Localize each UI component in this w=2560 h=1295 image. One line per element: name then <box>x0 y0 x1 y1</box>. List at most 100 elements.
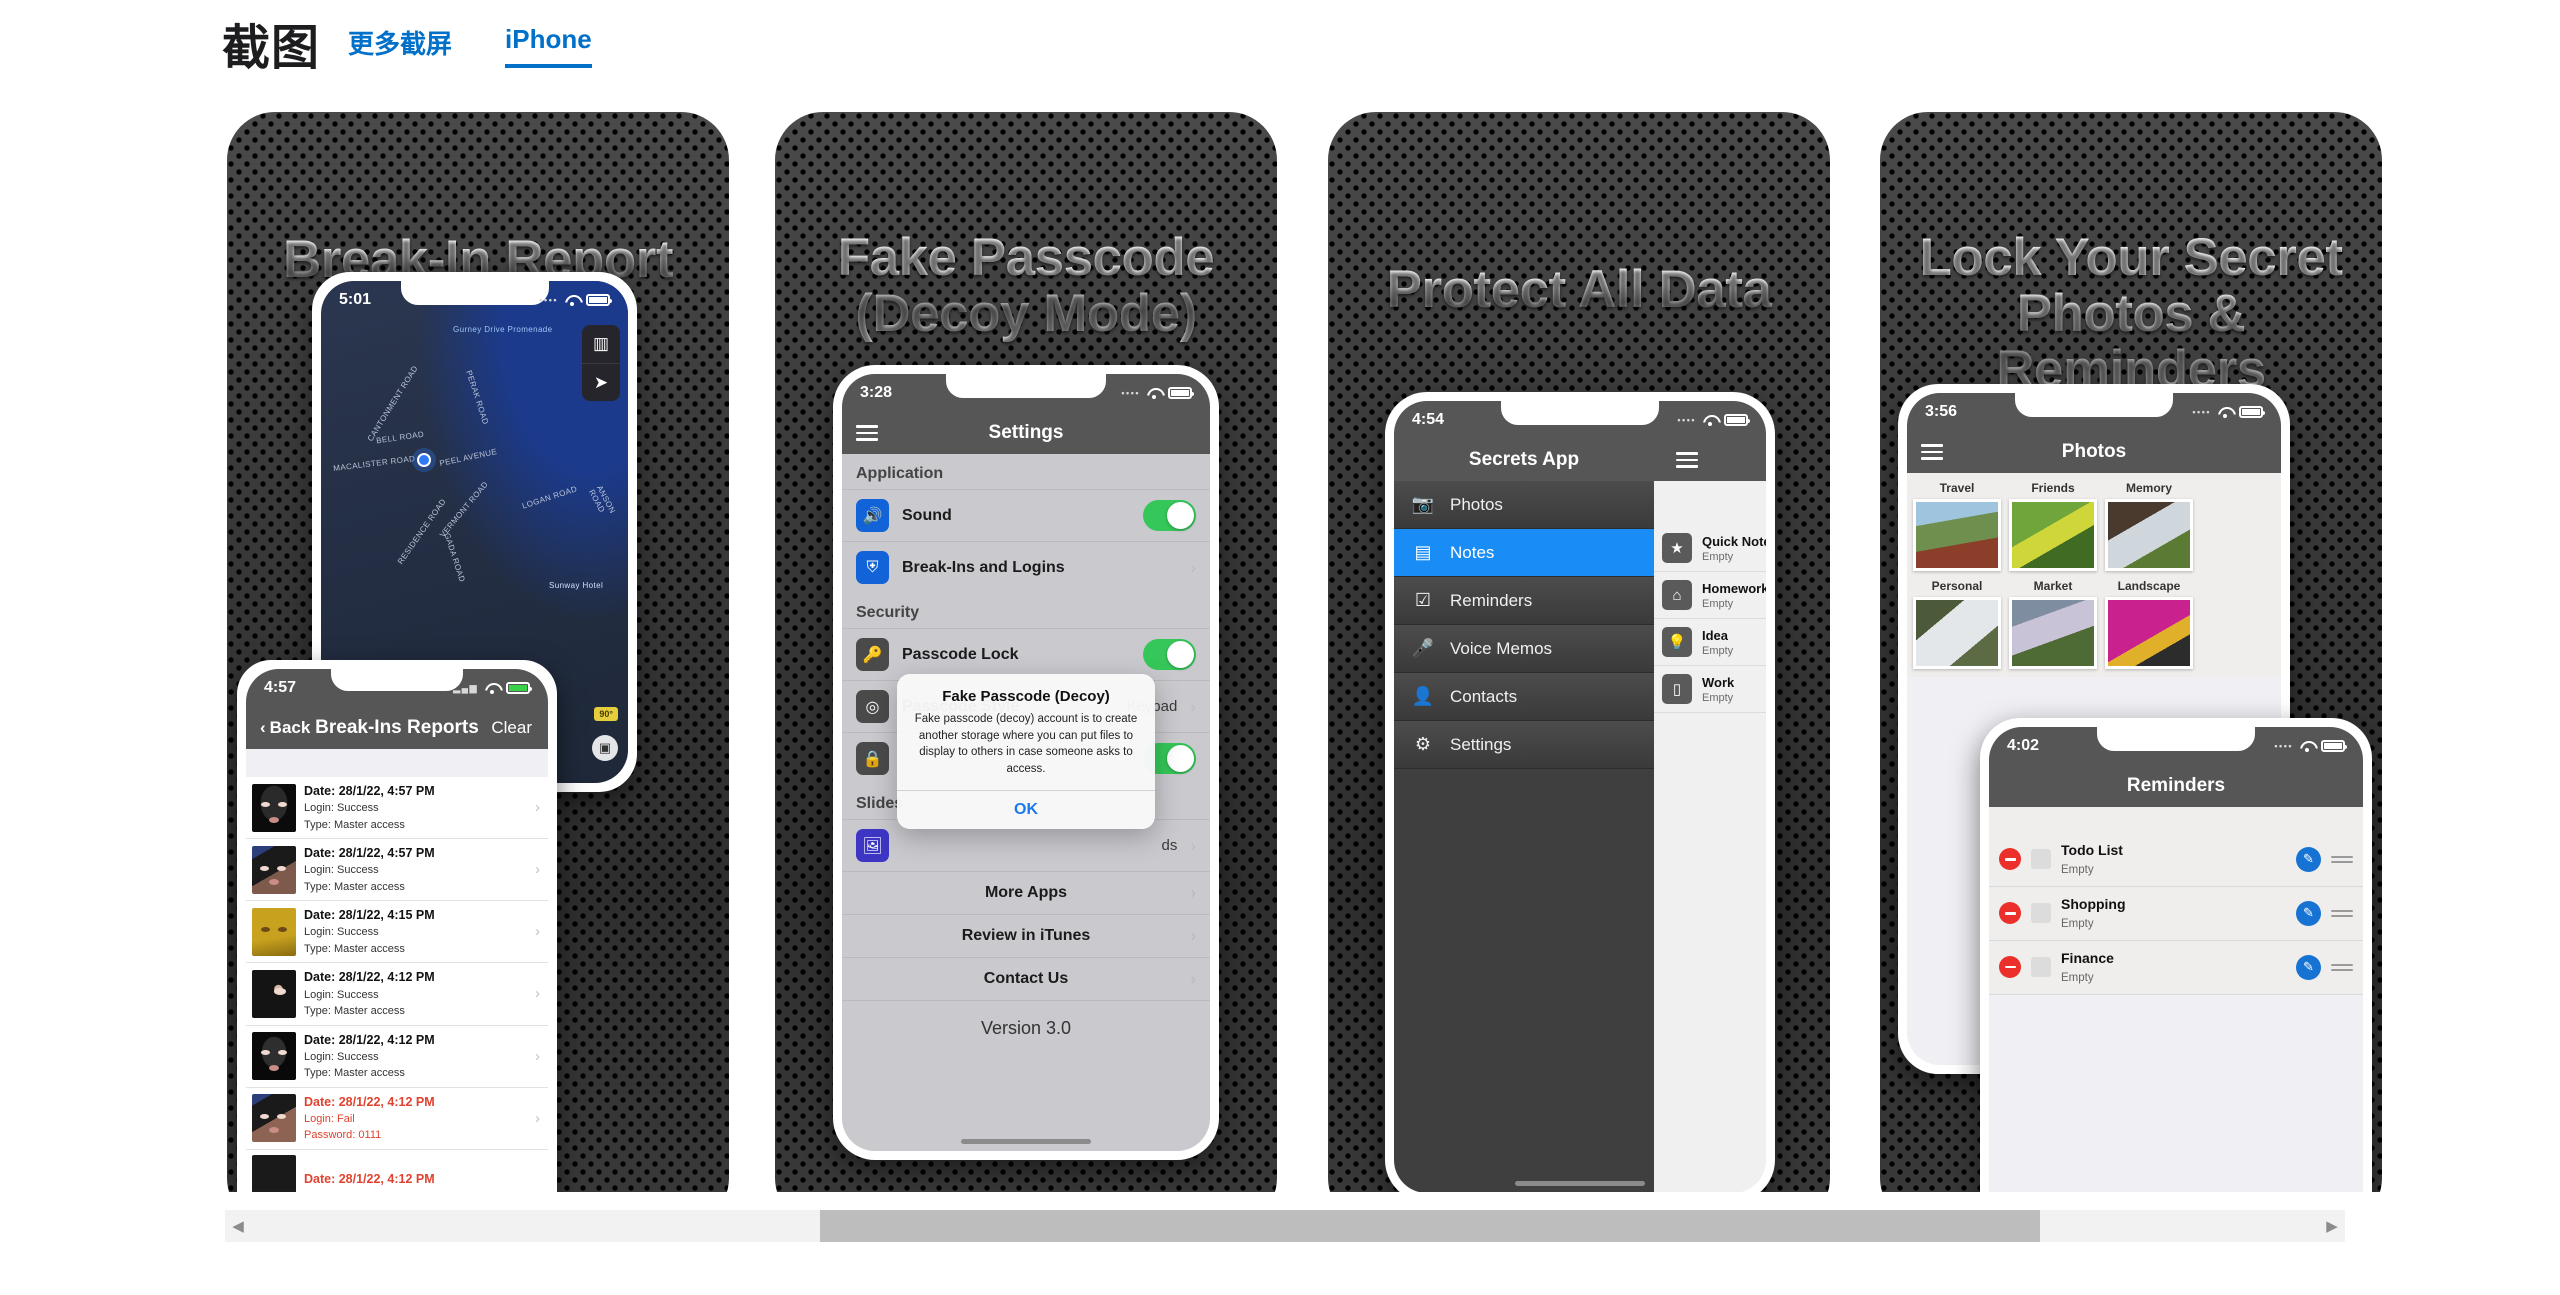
intruder-photo <box>252 1094 296 1143</box>
drag-handle-icon[interactable] <box>2331 853 2353 866</box>
edit-icon[interactable]: ✎ <box>2296 954 2321 980</box>
scrollbar-track[interactable] <box>251 1210 2319 1242</box>
list-spacer <box>1989 807 2363 833</box>
list-item[interactable]: ▯ Work Empty <box>1654 666 1766 713</box>
settings-row-sound[interactable]: 🔊 Sound <box>842 489 1210 541</box>
phone-mock-breakins: 4:57 ▂▄▆ ‹ Back Break-Ins Reports Clear <box>237 660 557 1192</box>
screenshot-panel-fake-passcode[interactable]: Fake Passcode (Decoy Mode) 3:28 •••• Set… <box>775 112 1277 1192</box>
sidebar-item-photos[interactable]: 📷 Photos <box>1394 481 1654 529</box>
sidebar-item-settings[interactable]: ⚙ Settings <box>1394 721 1654 769</box>
table-row[interactable]: Date: 28/1/22, 4:57 PM Login: Success Ty… <box>246 839 548 902</box>
album-item[interactable]: Market <box>2009 579 2097 669</box>
screenshot-panel-lock-photos-reminders[interactable]: Lock Your Secret Photos & Reminders 3:56… <box>1880 112 2382 1192</box>
album-item[interactable]: Personal <box>1913 579 2001 669</box>
delete-icon[interactable] <box>1999 902 2021 925</box>
alert-ok-button[interactable]: OK <box>897 789 1155 829</box>
scroll-left-arrow-icon[interactable]: ◀ <box>225 1210 251 1242</box>
menu-icon[interactable] <box>856 421 878 445</box>
album-thumbnail <box>2105 499 2193 571</box>
clear-button[interactable]: Clear <box>491 718 532 738</box>
panel-title: Fake Passcode (Decoy Mode) <box>775 229 1277 342</box>
delete-icon[interactable] <box>1999 956 2021 979</box>
settings-row-passcode-lock[interactable]: 🔑 Passcode Lock <box>842 628 1210 680</box>
tab-iphone[interactable]: iPhone <box>505 24 592 68</box>
album-item[interactable]: Memory <box>2105 481 2193 571</box>
status-time: 4:57 <box>264 679 297 696</box>
section-header-security: Security <box>856 604 920 621</box>
folder-icon <box>2031 903 2051 924</box>
scrollbar-thumb[interactable] <box>819 1210 2040 1242</box>
row-type: Type: Master access <box>304 1005 405 1017</box>
album-name: Personal <box>1931 579 1983 593</box>
row-login: Login: Success <box>304 1050 379 1063</box>
list-item[interactable]: 💡 Idea Empty <box>1654 619 1766 666</box>
photo-icon: 🖼 <box>856 829 889 862</box>
horizontal-scrollbar[interactable]: ◀ ▶ <box>225 1210 2345 1242</box>
nav-title: Reminders <box>2126 775 2226 796</box>
map-controls[interactable]: ▥ ➤ <box>582 325 620 401</box>
battery-charging-icon <box>506 682 532 694</box>
status-time: 5:01 <box>339 291 372 308</box>
link-contact-us[interactable]: Contact Us › <box>842 957 1210 1000</box>
table-row[interactable]: Finance Empty ✎ <box>1989 940 2363 995</box>
drag-handle-icon[interactable] <box>2331 907 2353 920</box>
sidebar-item-reminders[interactable]: ☑ Reminders <box>1394 577 1654 625</box>
delete-icon[interactable] <box>1999 848 2021 871</box>
phone-mock-secrets: 4:54 •••• Secrets App 📷 Photos ▤ Notes ☑… <box>1385 392 1775 1192</box>
table-row[interactable]: Date: 28/1/22, 4:15 PM Login: Success Ty… <box>246 901 548 964</box>
passcode-lock-toggle[interactable] <box>1143 639 1196 670</box>
menu-icon[interactable] <box>1921 440 1943 464</box>
battery-icon <box>2239 406 2265 418</box>
table-row[interactable]: Date: 28/1/22, 4:12 PM Login: Success Ty… <box>246 1025 548 1088</box>
map-layers-icon[interactable]: ▥ <box>582 325 620 363</box>
sidebar-item-contacts[interactable]: 👤 Contacts <box>1394 673 1654 721</box>
row-date: Date: 28/1/22, 4:57 PM <box>304 784 435 798</box>
status-icons: •••• <box>2192 406 2265 418</box>
list-item[interactable]: ★ Quick Notes Empty <box>1654 525 1766 572</box>
row-type: Type: Master access <box>304 880 405 893</box>
table-row[interactable]: Date: 28/1/22, 4:12 PM Login: Fail Passw… <box>246 1087 548 1150</box>
side-menu[interactable]: 📷 Photos ▤ Notes ☑ Reminders 🎤 Voice Mem… <box>1394 481 1654 1192</box>
list-item[interactable]: ⌂ Homework Empty <box>1654 572 1766 619</box>
notes-panel[interactable]: ★ Quick Notes Empty ⌂ Homework Empty <box>1654 481 1766 1192</box>
map-info-icon[interactable]: ▣ <box>592 735 618 761</box>
status-icons: ▂▄▆ <box>453 682 532 694</box>
scroll-right-arrow-icon[interactable]: ▶ <box>2319 1210 2345 1242</box>
navigation-bar: Reminders <box>1989 765 2363 807</box>
album-item[interactable]: Landscape <box>2105 579 2193 669</box>
back-button[interactable]: ‹ Back <box>260 718 310 738</box>
reminders-list[interactable]: Todo List Empty ✎ Shopping Empty ✎ Finan… <box>1989 833 2363 995</box>
table-row[interactable]: Date: 28/1/22, 4:12 PM <box>246 1149 548 1192</box>
screenshot-panel-break-in-report[interactable]: Break-In Report Gurney Drive Promenade C… <box>227 112 729 1192</box>
sidebar-item-voice-memos[interactable]: 🎤 Voice Memos <box>1394 625 1654 673</box>
link-more-apps[interactable]: More Apps › <box>842 871 1210 914</box>
breakins-list[interactable]: Date: 28/1/22, 4:57 PM Login: Success Ty… <box>246 777 548 1192</box>
settings-row-breakins[interactable]: ⛨ Break-Ins and Logins › <box>842 541 1210 593</box>
edit-icon[interactable]: ✎ <box>2296 900 2321 926</box>
menu-icon[interactable] <box>1676 448 1698 472</box>
navigate-icon[interactable]: ➤ <box>582 363 620 401</box>
table-row[interactable]: Date: 28/1/22, 4:12 PM Login: Success Ty… <box>246 963 548 1026</box>
table-row[interactable]: Shopping Empty ✎ <box>1989 886 2363 941</box>
list-spacer <box>246 749 548 777</box>
table-row[interactable]: Todo List Empty ✎ <box>1989 833 2363 887</box>
notch <box>1501 401 1659 425</box>
screenshot-panel-protect-all-data[interactable]: Protect All Data 4:54 •••• Secrets App 📷… <box>1328 112 1830 1192</box>
sound-toggle[interactable] <box>1143 500 1196 531</box>
map-label: Gurney Drive Promenade <box>453 325 553 334</box>
map-current-location-pin[interactable] <box>417 453 431 467</box>
table-row[interactable]: Date: 28/1/22, 4:57 PM Login: Success Ty… <box>246 777 548 840</box>
screenshot-carousel[interactable]: Break-In Report Gurney Drive Promenade C… <box>0 92 2560 1192</box>
album-item[interactable]: Travel <box>1913 481 2001 571</box>
albums-grid[interactable]: Travel Friends Memory Personal Market La… <box>1907 473 2281 677</box>
tab-more-screenshots[interactable]: 更多截屏 <box>348 24 452 70</box>
row-login: Login: Success <box>304 988 379 1001</box>
edit-icon[interactable]: ✎ <box>2296 846 2321 872</box>
drag-handle-icon[interactable] <box>2331 961 2353 974</box>
alert-dialog-fake-passcode[interactable]: Fake Passcode (Decoy) Fake passcode (dec… <box>897 674 1155 829</box>
map-label: ANSON ROAD <box>586 483 618 516</box>
link-review-itunes[interactable]: Review in iTunes › <box>842 914 1210 957</box>
album-item[interactable]: Friends <box>2009 481 2097 571</box>
sidebar-item-notes[interactable]: ▤ Notes <box>1394 529 1654 577</box>
album-thumbnail <box>1913 597 2001 669</box>
